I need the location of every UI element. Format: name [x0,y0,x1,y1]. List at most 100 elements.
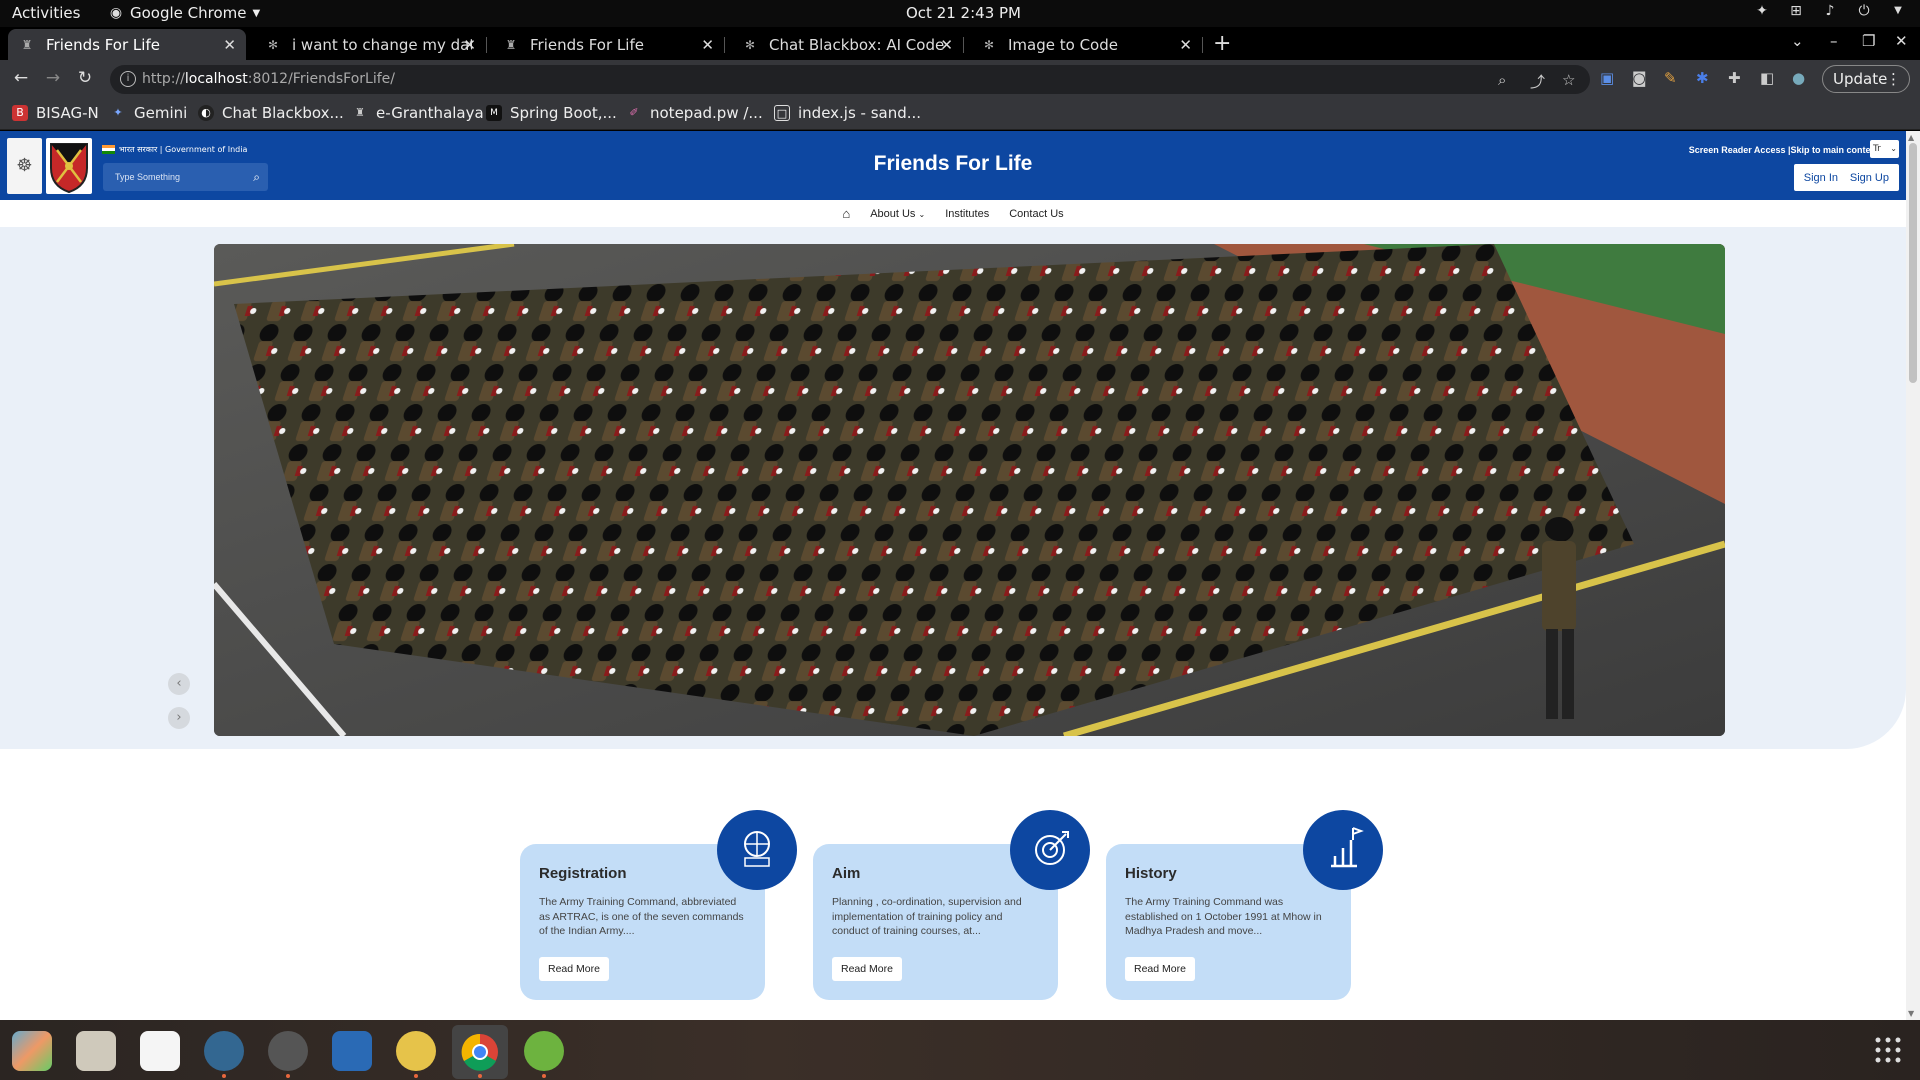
app-menu-label: Google Chrome [130,4,247,22]
home-icon[interactable]: ⌂ [842,206,850,221]
card-text: The Army Training Command, abbreviated a… [539,896,744,937]
nav-item-institutes[interactable]: Institutes [945,208,989,220]
read-more-button[interactable]: Read More [832,957,902,981]
browser-tab[interactable]: ✻ i want to change my data ✕ [254,29,487,60]
browser-tab[interactable]: ♜ Friends For Life ✕ [8,29,246,60]
bookmark-item[interactable]: ✦ Gemini [110,104,187,122]
carousel-prev-button[interactable]: ‹ [168,673,190,695]
favicon-icon: ♜ [505,37,517,52]
notepad-icon: ✐ [629,106,639,119]
favicon-icon: ♜ [21,37,33,52]
text-editor-icon[interactable] [140,1031,180,1071]
chrome-icon: ◉ [109,5,123,21]
browser-tab[interactable]: ✻ Chat Blackbox: AI Code Ge ✕ [731,29,964,60]
extension-icon[interactable]: ▣ [1600,69,1614,87]
bookmark-item[interactable]: ✐ notepad.pw /... [626,104,762,122]
share-icon[interactable]: ⤴ [1530,71,1545,92]
parade-photo [214,244,1725,736]
close-icon[interactable]: ✕ [1179,36,1192,54]
read-more-button[interactable]: Read More [1125,957,1195,981]
tab-separator [1202,37,1203,53]
profile-avatar[interactable]: ● [1792,69,1805,87]
close-icon[interactable]: ✕ [940,36,953,54]
tab-title: Friends For Life [530,35,644,54]
scroll-up-icon[interactable]: ▲ [1908,133,1914,142]
side-panel-icon[interactable]: ◧ [1760,69,1774,87]
show-apps-grid-icon[interactable] [1874,1036,1902,1064]
puzzle-extension-icon[interactable]: ✱ [1696,69,1709,87]
reload-icon[interactable]: ↻ [74,68,96,88]
bee-app-icon[interactable] [396,1031,436,1071]
chevron-down-icon: ▼ [252,7,261,19]
target-icon [1010,810,1090,890]
bisag-icon: B [12,105,28,121]
running-indicator [286,1074,290,1078]
spring-tools-icon[interactable] [524,1031,564,1071]
extensions-icon[interactable]: ✚ [1728,69,1741,87]
nav-item-contact[interactable]: Contact Us [1009,208,1063,220]
files-icon[interactable] [76,1031,116,1071]
bookmark-item[interactable]: ◐ Chat Blackbox... [198,104,344,122]
running-indicator [414,1074,418,1078]
forward-arrow-icon[interactable]: → [42,68,64,88]
bookmark-item[interactable]: ♜ e-Granthalaya [352,104,484,122]
pen-extension-icon[interactable]: ✎ [1664,69,1677,87]
address-bar[interactable]: i http://localhost:8012/FriendsForLife/ … [110,65,1590,94]
activities-button[interactable]: Activities [12,4,80,22]
chrome-icon [461,1033,498,1071]
software-center-icon[interactable] [12,1031,52,1071]
tab-search-chevron-icon[interactable]: ⌄ [1791,32,1804,50]
bookmark-item[interactable]: M Spring Boot,... [486,104,617,122]
chrome-dock-item[interactable] [452,1025,508,1079]
chevron-down-icon: ▼ [1894,5,1902,16]
zoom-icon[interactable]: ⌕ [1498,71,1506,89]
system-tray[interactable]: ✦ ⊞ ♪ ⏻ ▼ [1754,3,1906,19]
document-viewer-icon[interactable] [332,1031,372,1071]
card-text: Planning , co-ordination, supervision an… [832,896,1022,937]
bookmark-item[interactable]: B BISAG-N [12,104,99,122]
scroll-down-icon[interactable]: ▼ [1908,1009,1914,1018]
screenshot-extension-icon[interactable]: ◙ [1632,69,1647,87]
browser-tab[interactable]: ✻ Image to Code ✕ [970,29,1203,60]
page-scrollbar[interactable]: ▲ ▼ [1906,131,1920,1020]
tab-title: Chat Blackbox: AI Code Ge [769,35,949,54]
clock[interactable]: Oct 21 2:43 PM [906,4,1021,22]
read-more-button[interactable]: Read More [539,957,609,981]
running-indicator [222,1074,226,1078]
card-title: Registration [539,865,627,882]
granthalaya-icon: ♜ [355,106,365,119]
language-select[interactable]: Tr ⌄ [1870,140,1899,158]
settings-gear-icon[interactable] [268,1031,308,1071]
accessibility-links[interactable]: Screen Reader Access |Skip to main conte… [1689,145,1879,155]
blackbox-icon: ◐ [198,105,214,121]
browser-tab[interactable]: ♜ Friends For Life ✕ [492,29,725,60]
app-menu[interactable]: ◉ Google Chrome ▼ [108,4,260,22]
tab-strip: ♜ Friends For Life ✕ ✻ i want to change … [0,27,1920,60]
close-icon[interactable]: ✕ [463,36,476,54]
codesandbox-icon: □ [774,105,790,121]
info-icon[interactable]: i [120,71,136,87]
carousel-next-button[interactable]: › [168,707,190,729]
tab-title: i want to change my data [292,35,472,54]
restore-icon[interactable]: ❐ [1862,32,1875,50]
tab-separator [963,37,964,53]
new-tab-button[interactable]: + [1213,31,1231,56]
more-vert-icon: ⋮ [1886,70,1901,88]
close-icon[interactable]: ✕ [223,36,236,54]
site-header: ☸ भारत सरकार | Government of India ⌕ Fri… [0,131,1906,200]
scrollbar-thumb[interactable] [1909,143,1917,383]
nav-item-about[interactable]: About Us ⌄ [870,208,925,220]
bookmark-star-icon[interactable]: ☆ [1562,71,1575,89]
bookmark-item[interactable]: □ index.js - sand... [774,104,921,122]
back-arrow-icon[interactable]: ← [10,68,32,88]
close-icon[interactable]: ✕ [701,36,714,54]
sign-up-button[interactable]: Sign Up [1839,164,1899,191]
url-text[interactable]: http://localhost:8012/FriendsForLife/ [142,71,395,87]
minimize-icon[interactable]: – [1830,32,1838,50]
close-window-icon[interactable]: ✕ [1895,32,1908,50]
card-title: History [1125,865,1177,882]
history-flag-icon [1303,810,1383,890]
tab-title: Friends For Life [46,35,160,54]
update-button[interactable]: Update ⋮ [1822,65,1910,93]
postgresql-icon[interactable] [204,1031,244,1071]
